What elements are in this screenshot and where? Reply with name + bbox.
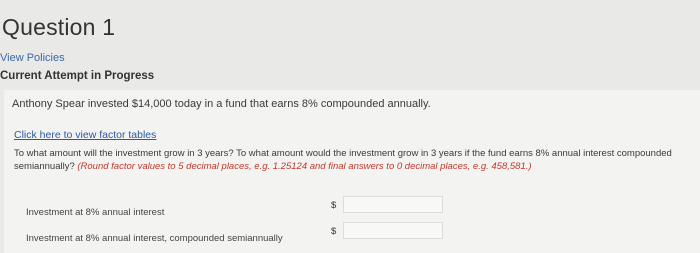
currency-symbol-semiannual: $	[331, 226, 337, 237]
currency-symbol-annual: $	[331, 200, 337, 211]
answer-input-semiannual[interactable]	[343, 222, 443, 239]
question-title: Question 1	[2, 14, 116, 40]
question-prompt: Anthony Spear invested $14,000 today in …	[12, 98, 431, 110]
question-page: Question 1 View Policies Current Attempt…	[0, 0, 700, 253]
attempt-status: Current Attempt in Progress	[0, 70, 155, 82]
answer-label-semiannual: Investment at 8% annual interest, compou…	[26, 233, 283, 244]
question-instruction: To what amount will the investment grow …	[14, 147, 694, 173]
rounding-hint: (Round factor values to 5 decimal places…	[77, 161, 532, 172]
factor-tables-link[interactable]: Click here to view factor tables	[14, 129, 156, 141]
answer-label-annual: Investment at 8% annual interest	[26, 207, 165, 218]
answer-input-annual[interactable]	[343, 196, 443, 213]
view-policies-link[interactable]: View Policies	[0, 52, 65, 64]
